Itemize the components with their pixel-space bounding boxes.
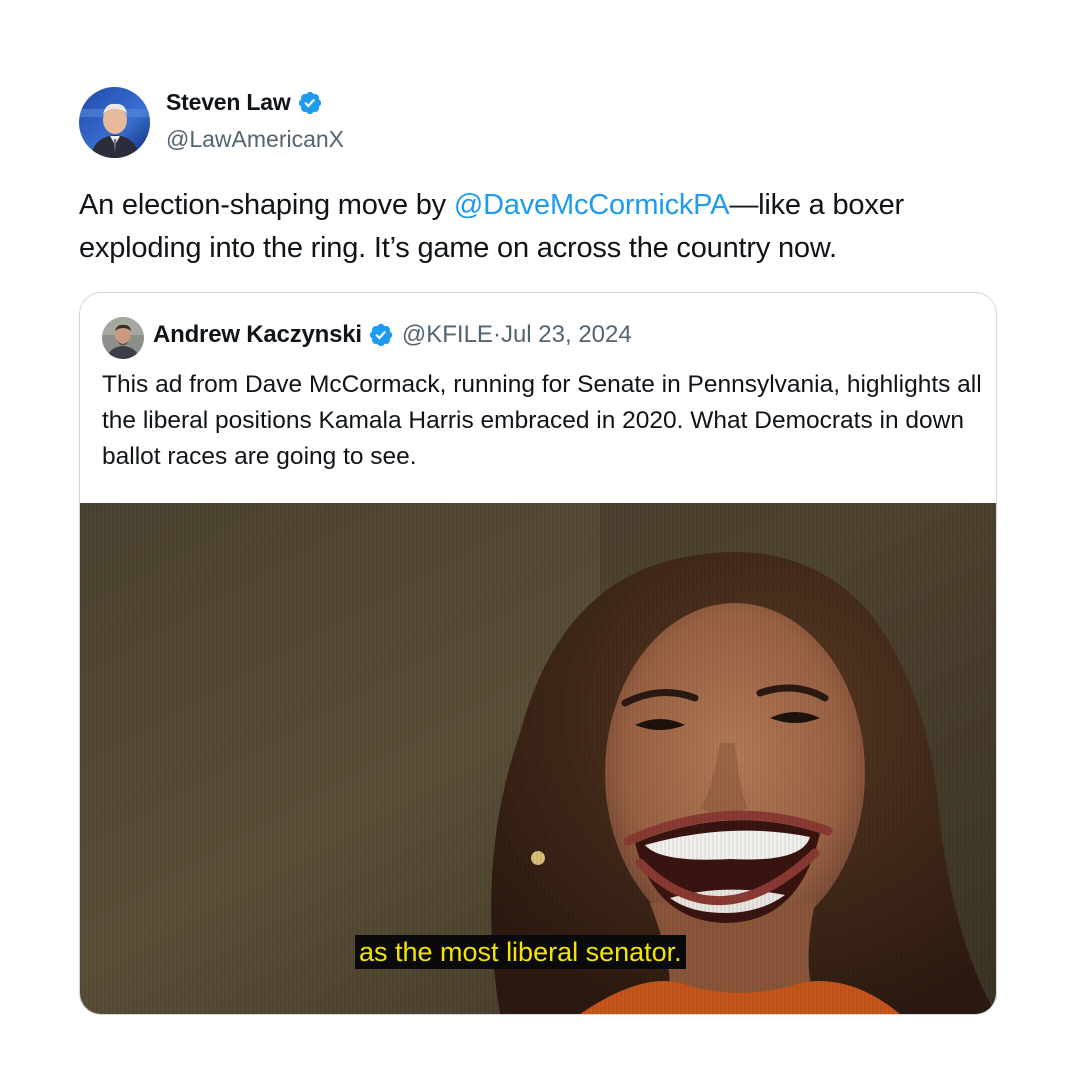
quoted-handle[interactable]: @KFILE <box>402 321 493 349</box>
author-name-row[interactable]: Steven Law <box>166 89 323 116</box>
quoted-video-frame[interactable]: as the most liberal senator. <box>80 503 996 1014</box>
video-caption: as the most liberal senator. <box>355 935 686 969</box>
quoted-date[interactable]: Jul 23, 2024 <box>501 321 632 349</box>
quoted-tweet-card[interactable]: Andrew Kaczynski @KFILE · Jul 23, 2024 T… <box>79 292 997 1015</box>
quoted-header: Andrew Kaczynski @KFILE · Jul 23, 2024 <box>153 321 632 349</box>
tweet-text-before: An election-shaping move by <box>79 189 454 221</box>
verified-badge-icon <box>297 90 323 116</box>
verified-badge-icon <box>368 322 394 348</box>
quoted-author-avatar[interactable] <box>102 317 144 359</box>
author-avatar[interactable] <box>79 87 150 158</box>
author-handle[interactable]: @LawAmericanX <box>166 126 344 153</box>
tweet-text: An election-shaping move by @DaveMcCormi… <box>79 184 1009 270</box>
quoted-tweet-text: This ad from Dave McCormack, running for… <box>102 371 982 470</box>
quoted-display-name[interactable]: Andrew Kaczynski <box>153 321 362 349</box>
tweet: Steven Law @LawAmericanX An election-sha… <box>0 0 1080 1080</box>
author-display-name[interactable]: Steven Law <box>166 89 291 116</box>
mention-link[interactable]: @DaveMcCormickPA <box>454 189 730 221</box>
meta-separator: · <box>492 321 501 348</box>
